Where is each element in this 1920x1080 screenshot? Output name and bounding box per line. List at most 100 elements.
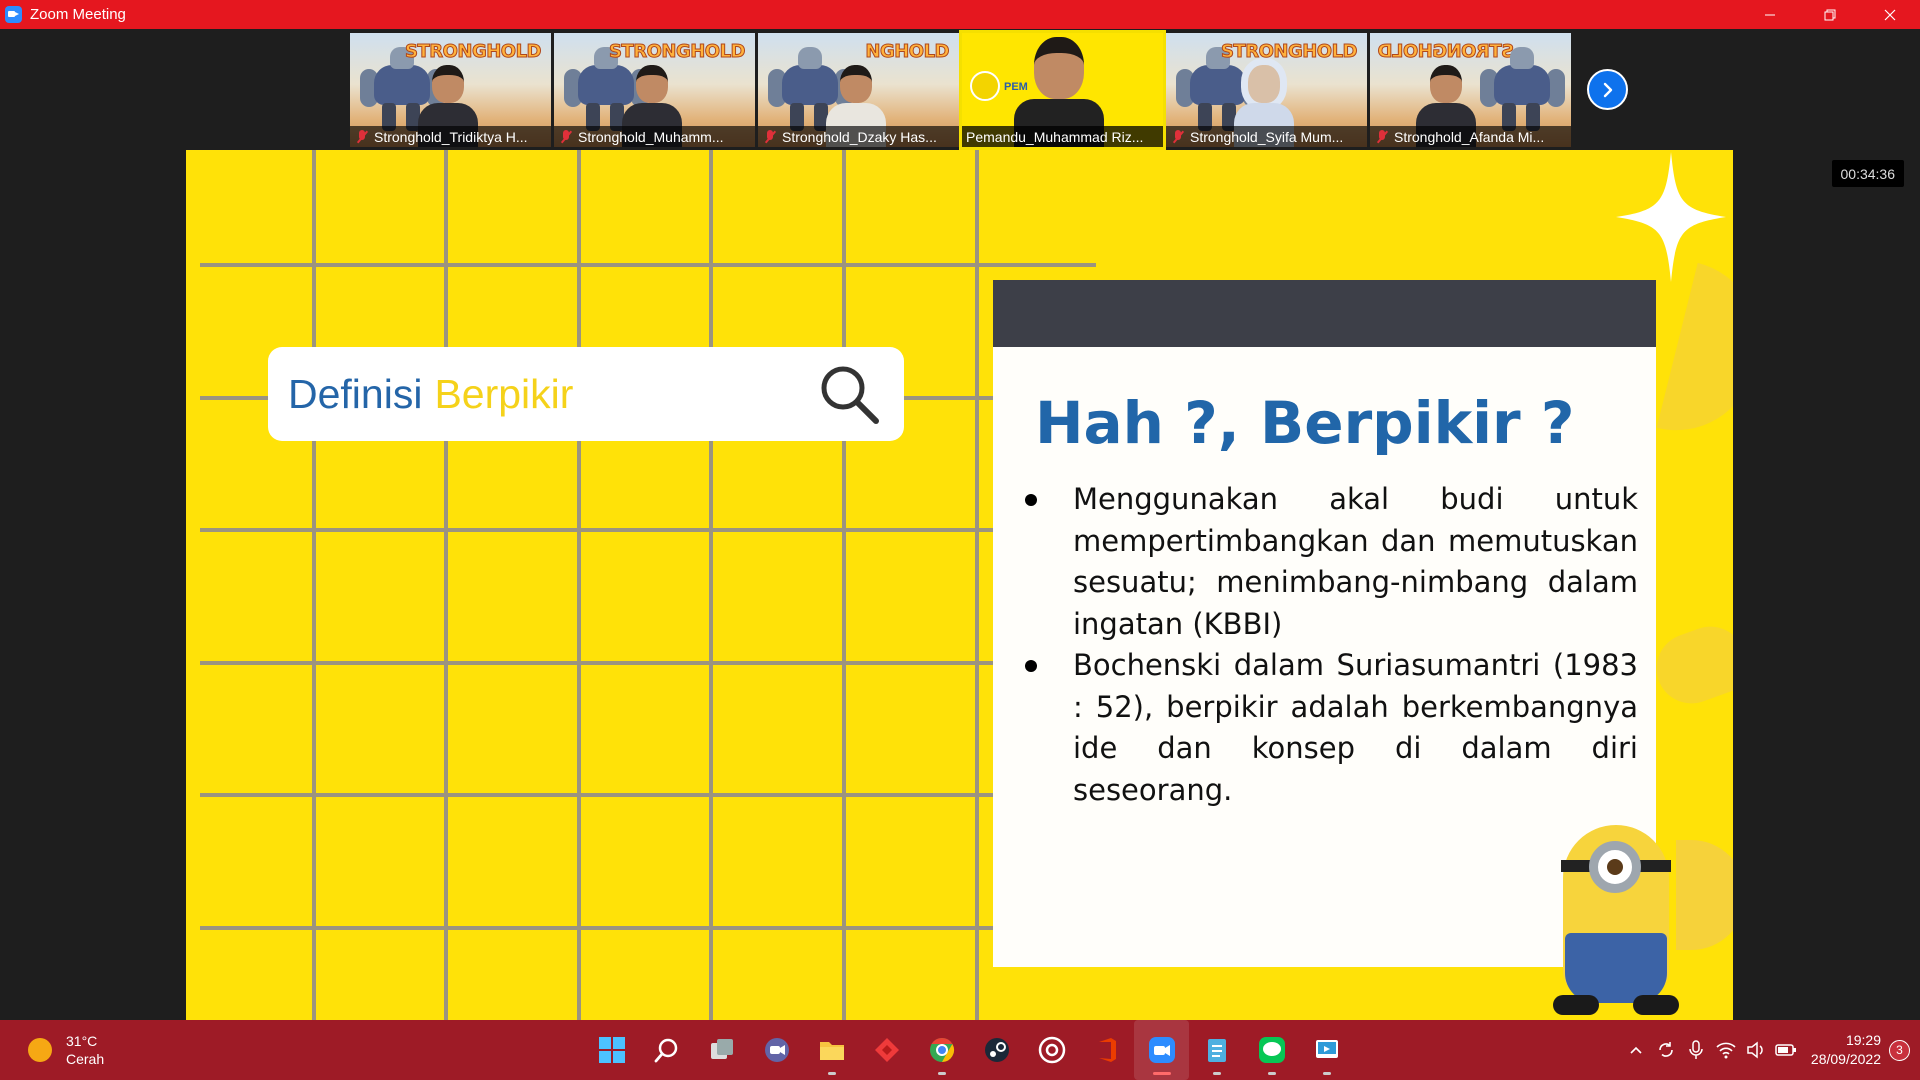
folder-icon bbox=[819, 1042, 844, 1060]
banana-decoration-image bbox=[1646, 616, 1733, 714]
title-bar: Zoom Meeting bbox=[0, 0, 1920, 29]
microphone-icon bbox=[1689, 1040, 1703, 1059]
sync-tray-button[interactable] bbox=[1652, 1036, 1680, 1064]
weather-widget[interactable]: 31°C Cerah bbox=[28, 1032, 104, 1068]
minimize-button[interactable] bbox=[1740, 0, 1800, 29]
participant-name: Stronghold_Muhamm... bbox=[578, 128, 724, 145]
card-title: Hah ?, Berpikir ? bbox=[1035, 389, 1575, 457]
search-bar-word-berpikir: Berpikir bbox=[434, 370, 574, 417]
gallery-next-page-button[interactable] bbox=[1587, 69, 1628, 110]
mic-muted-icon bbox=[1170, 129, 1186, 145]
participant-name: Stronghold_Tridiktya H... bbox=[374, 128, 528, 145]
window-controls bbox=[1740, 0, 1920, 29]
volume-icon bbox=[1747, 1041, 1763, 1059]
mic-muted-icon bbox=[1374, 129, 1390, 145]
search-icon bbox=[654, 1038, 677, 1063]
clock-time: 19:29 bbox=[1845, 1032, 1881, 1048]
search-bar-word-definisi: Definisi bbox=[288, 370, 423, 417]
grid-line bbox=[200, 528, 1006, 532]
meet-icon bbox=[764, 1038, 789, 1062]
task-view-button[interactable] bbox=[694, 1020, 749, 1080]
grid-line bbox=[842, 150, 846, 1020]
participant-name: Stronghold_Syifa Mum... bbox=[1190, 128, 1344, 145]
participant-name-bar: Stronghold_Muhamm... bbox=[554, 126, 755, 147]
participant-tile-active-speaker[interactable]: PEM Pemandu_Muhammad Riz... bbox=[959, 30, 1166, 150]
shared-screen-slide: Definisi Berpikir Hah ?, Berpikir ? Meng… bbox=[186, 150, 1733, 1020]
line-icon bbox=[1258, 1037, 1285, 1063]
task-view-icon bbox=[710, 1039, 733, 1059]
participant-name-bar: Pemandu_Muhammad Riz... bbox=[962, 126, 1163, 147]
grid-line bbox=[200, 263, 1096, 267]
mic-muted-icon bbox=[354, 129, 370, 145]
card-header-bar bbox=[993, 280, 1656, 347]
wifi-tray-button[interactable] bbox=[1712, 1036, 1740, 1064]
weather-condition: Cerah bbox=[66, 1051, 105, 1067]
taskbar-app-office[interactable] bbox=[1079, 1020, 1134, 1080]
taskbar-app-line[interactable] bbox=[1244, 1020, 1299, 1080]
search-icon bbox=[821, 366, 879, 424]
restore-button[interactable] bbox=[1800, 0, 1860, 29]
taskbar-app-notepad[interactable] bbox=[1189, 1020, 1244, 1080]
grid-line bbox=[709, 150, 713, 1020]
taskbar-apps bbox=[584, 1020, 1354, 1080]
banner-brand-text: STRONGHOLD bbox=[1220, 41, 1358, 63]
sparkle-icon bbox=[1616, 152, 1726, 282]
participant-tile[interactable]: STRONGHOLD Stronghold_Syifa Mum... bbox=[1166, 33, 1367, 147]
sync-icon bbox=[1659, 1042, 1673, 1057]
window-title: Zoom Meeting bbox=[30, 6, 126, 23]
banner-brand-text: NGHOLD bbox=[865, 41, 950, 63]
running-indicator bbox=[1213, 1072, 1221, 1075]
participant-gallery: STRONGHOLD Stronghold_Tridiktya H... STR… bbox=[350, 30, 1571, 150]
weather-temperature: 31°C bbox=[66, 1033, 98, 1049]
wifi-icon bbox=[1716, 1042, 1736, 1059]
participant-tile[interactable]: NGHOLD Stronghold_Dzaky Has... bbox=[758, 33, 959, 147]
taskbar-app-remote[interactable] bbox=[1299, 1020, 1354, 1080]
show-hidden-icons-button[interactable] bbox=[1622, 1036, 1650, 1064]
taskbar-app-file-explorer[interactable] bbox=[804, 1020, 859, 1080]
participant-name-bar: Stronghold_Tridiktya H... bbox=[350, 126, 551, 147]
banner-brand-text: STRONGHOLD bbox=[608, 41, 746, 63]
battery-tray-button[interactable] bbox=[1772, 1036, 1800, 1064]
close-button[interactable] bbox=[1860, 0, 1920, 29]
remote-icon bbox=[1315, 1040, 1338, 1058]
grid-line bbox=[577, 150, 581, 1020]
grid-line bbox=[200, 661, 1006, 665]
participant-tile[interactable]: STRONGHOLD Stronghold_Tridiktya H... bbox=[350, 33, 551, 147]
participant-tile[interactable]: STRONGHOLD Stronghold_Muhamm... bbox=[554, 33, 755, 147]
steam-icon bbox=[984, 1038, 1009, 1062]
microphone-tray-button[interactable] bbox=[1682, 1036, 1710, 1064]
participant-name: Pemandu_Muhammad Riz... bbox=[966, 128, 1144, 145]
list-item: Bochenski dalam Suriasumantri (1983 : 52… bbox=[1021, 645, 1638, 811]
office-icon bbox=[1098, 1038, 1116, 1062]
running-indicator bbox=[1153, 1072, 1171, 1075]
taskbar-app-steam[interactable] bbox=[969, 1020, 1024, 1080]
participant-name-bar: Stronghold_Dzaky Has... bbox=[758, 126, 959, 147]
taskbar-app-anydesk[interactable] bbox=[859, 1020, 914, 1080]
system-tray: 19:29 28/09/2022 3 bbox=[1621, 1020, 1910, 1080]
anydesk-icon bbox=[874, 1038, 899, 1062]
pemandu-logo-icon bbox=[970, 71, 1000, 101]
chrome-icon bbox=[929, 1038, 954, 1062]
notification-center-badge[interactable]: 3 bbox=[1889, 1039, 1910, 1061]
definition-list: Menggunakan akal budi untuk mempertimban… bbox=[1021, 479, 1638, 811]
taskbar-app-chrome[interactable] bbox=[914, 1020, 969, 1080]
windows-taskbar: 31°C Cerah 19:29 28/09/2022 3 bbox=[0, 1020, 1920, 1080]
battery-icon bbox=[1775, 1044, 1796, 1056]
taskbar-search-button[interactable] bbox=[639, 1020, 694, 1080]
running-indicator bbox=[1268, 1072, 1276, 1075]
start-button[interactable] bbox=[584, 1020, 639, 1080]
volume-tray-button[interactable] bbox=[1742, 1036, 1770, 1064]
participant-tile[interactable]: STRONGHOLD Stronghold_Afanda Mi... bbox=[1370, 33, 1571, 147]
robot-mascot-image bbox=[1480, 47, 1565, 137]
taskbar-clock[interactable]: 19:29 28/09/2022 bbox=[1811, 1031, 1881, 1069]
mic-muted-icon bbox=[558, 129, 574, 145]
taskbar-app-meet[interactable] bbox=[749, 1020, 804, 1080]
taskbar-app-zoom[interactable] bbox=[1134, 1020, 1189, 1080]
grid-line bbox=[200, 793, 1006, 797]
taskbar-app-ubisoft[interactable] bbox=[1024, 1020, 1079, 1080]
running-indicator bbox=[938, 1072, 946, 1075]
running-indicator bbox=[1323, 1072, 1331, 1075]
grid-line bbox=[312, 150, 316, 1020]
windows-start-icon bbox=[598, 1037, 625, 1063]
grid-line bbox=[200, 926, 1006, 930]
